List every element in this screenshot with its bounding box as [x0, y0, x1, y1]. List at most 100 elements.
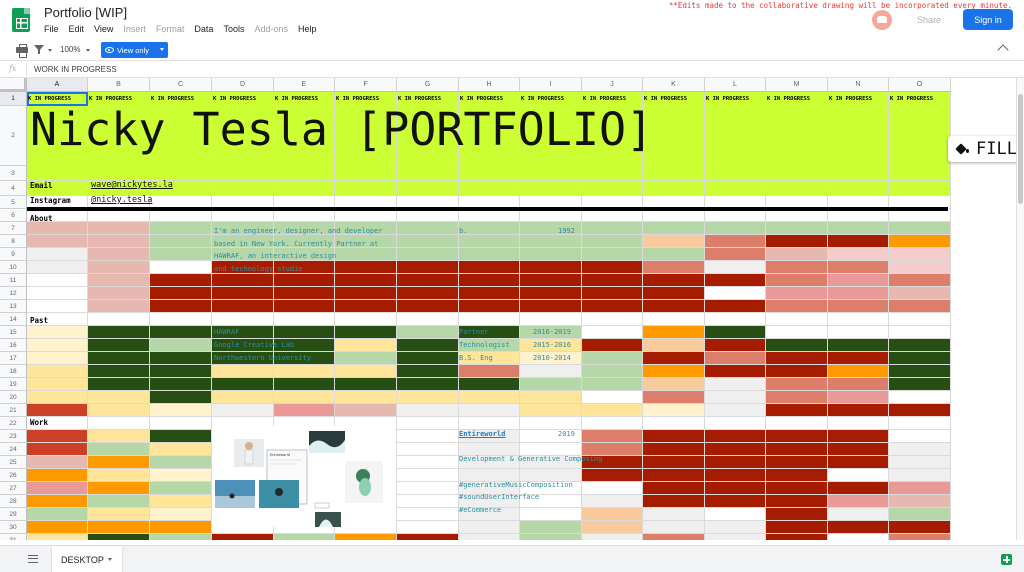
cell[interactable]	[643, 495, 705, 508]
cell[interactable]	[27, 235, 88, 248]
cell[interactable]	[459, 534, 520, 540]
work-title-link[interactable]: Entireworld	[459, 430, 505, 438]
cell[interactable]	[88, 339, 150, 352]
cell[interactable]	[212, 534, 274, 540]
cell[interactable]	[766, 235, 828, 248]
cell[interactable]	[27, 326, 88, 339]
cell[interactable]	[705, 508, 766, 521]
cell[interactable]	[459, 222, 520, 235]
cell[interactable]	[643, 326, 705, 339]
cell[interactable]	[88, 248, 150, 261]
row-header[interactable]: 30	[0, 521, 27, 534]
cell[interactable]	[459, 248, 520, 261]
cell[interactable]	[889, 378, 951, 391]
cell[interactable]	[459, 287, 520, 300]
cell[interactable]	[27, 222, 88, 235]
row-header[interactable]: 27	[0, 482, 27, 495]
cell[interactable]	[889, 495, 951, 508]
row-header[interactable]: 28	[0, 495, 27, 508]
cell[interactable]	[643, 261, 705, 274]
cell[interactable]	[88, 261, 150, 274]
cell[interactable]	[705, 235, 766, 248]
cell[interactable]	[397, 235, 459, 248]
cell[interactable]	[766, 287, 828, 300]
cell[interactable]	[397, 274, 459, 287]
fill-button[interactable]: FILL	[948, 136, 1024, 162]
cell[interactable]	[828, 430, 889, 443]
cell[interactable]	[582, 326, 643, 339]
cell[interactable]	[766, 300, 828, 313]
cell[interactable]	[582, 365, 643, 378]
cell[interactable]	[889, 339, 951, 352]
row-header[interactable]: 14	[0, 313, 27, 326]
cell[interactable]	[828, 181, 889, 196]
cell[interactable]	[150, 222, 212, 235]
cell[interactable]	[889, 300, 951, 313]
cell[interactable]	[643, 313, 705, 326]
cell[interactable]	[705, 248, 766, 261]
chevron-down-icon[interactable]	[86, 49, 90, 52]
cell[interactable]	[459, 274, 520, 287]
cell[interactable]	[889, 222, 951, 235]
cell[interactable]	[459, 365, 520, 378]
cell[interactable]	[88, 534, 150, 540]
column-header-h[interactable]: H	[459, 78, 520, 92]
cell[interactable]	[705, 326, 766, 339]
cell[interactable]	[889, 248, 951, 261]
cell[interactable]	[889, 443, 951, 456]
cell[interactable]	[274, 378, 335, 391]
cell[interactable]	[88, 222, 150, 235]
row-header[interactable]: 9	[0, 248, 27, 261]
cell[interactable]	[889, 287, 951, 300]
chevron-down-icon[interactable]	[107, 558, 112, 561]
cell[interactable]	[889, 430, 951, 443]
cell[interactable]	[828, 261, 889, 274]
cell[interactable]	[766, 326, 828, 339]
cell[interactable]	[335, 261, 397, 274]
cell[interactable]	[582, 404, 643, 417]
cell[interactable]	[335, 274, 397, 287]
cell[interactable]	[520, 300, 582, 313]
cell[interactable]	[828, 235, 889, 248]
cell[interactable]	[828, 365, 889, 378]
cell[interactable]	[828, 391, 889, 404]
cell[interactable]	[150, 443, 212, 456]
cell[interactable]	[520, 378, 582, 391]
cell[interactable]	[582, 300, 643, 313]
cell[interactable]	[643, 274, 705, 287]
cell[interactable]	[705, 495, 766, 508]
cell[interactable]	[274, 404, 335, 417]
cell[interactable]	[705, 365, 766, 378]
cell[interactable]	[582, 235, 643, 248]
cell[interactable]	[27, 404, 88, 417]
cell[interactable]	[397, 469, 459, 482]
row-header[interactable]: 5	[0, 196, 27, 209]
cell[interactable]	[766, 339, 828, 352]
cell[interactable]	[643, 430, 705, 443]
column-header-c[interactable]: C	[150, 78, 212, 92]
cell[interactable]	[397, 339, 459, 352]
cell[interactable]	[150, 456, 212, 469]
row-header[interactable]: 7	[0, 222, 27, 235]
cell[interactable]	[828, 352, 889, 365]
cell[interactable]	[705, 352, 766, 365]
cell[interactable]	[397, 181, 459, 196]
cell[interactable]	[459, 181, 520, 196]
cell[interactable]	[459, 261, 520, 274]
cell[interactable]	[212, 181, 274, 196]
cell[interactable]	[889, 181, 951, 196]
vertical-scrollbar[interactable]	[1016, 78, 1024, 540]
column-header-j[interactable]: J	[582, 78, 643, 92]
cell[interactable]	[766, 495, 828, 508]
cell[interactable]	[27, 443, 88, 456]
cell[interactable]	[766, 365, 828, 378]
cell[interactable]	[88, 508, 150, 521]
cell[interactable]	[766, 313, 828, 326]
cell[interactable]	[889, 534, 951, 540]
cell[interactable]	[582, 248, 643, 261]
cell[interactable]	[88, 521, 150, 534]
row-header[interactable]: 13	[0, 300, 27, 313]
row-header[interactable]: 1	[0, 92, 27, 106]
cell[interactable]	[397, 417, 459, 430]
cell[interactable]	[705, 521, 766, 534]
